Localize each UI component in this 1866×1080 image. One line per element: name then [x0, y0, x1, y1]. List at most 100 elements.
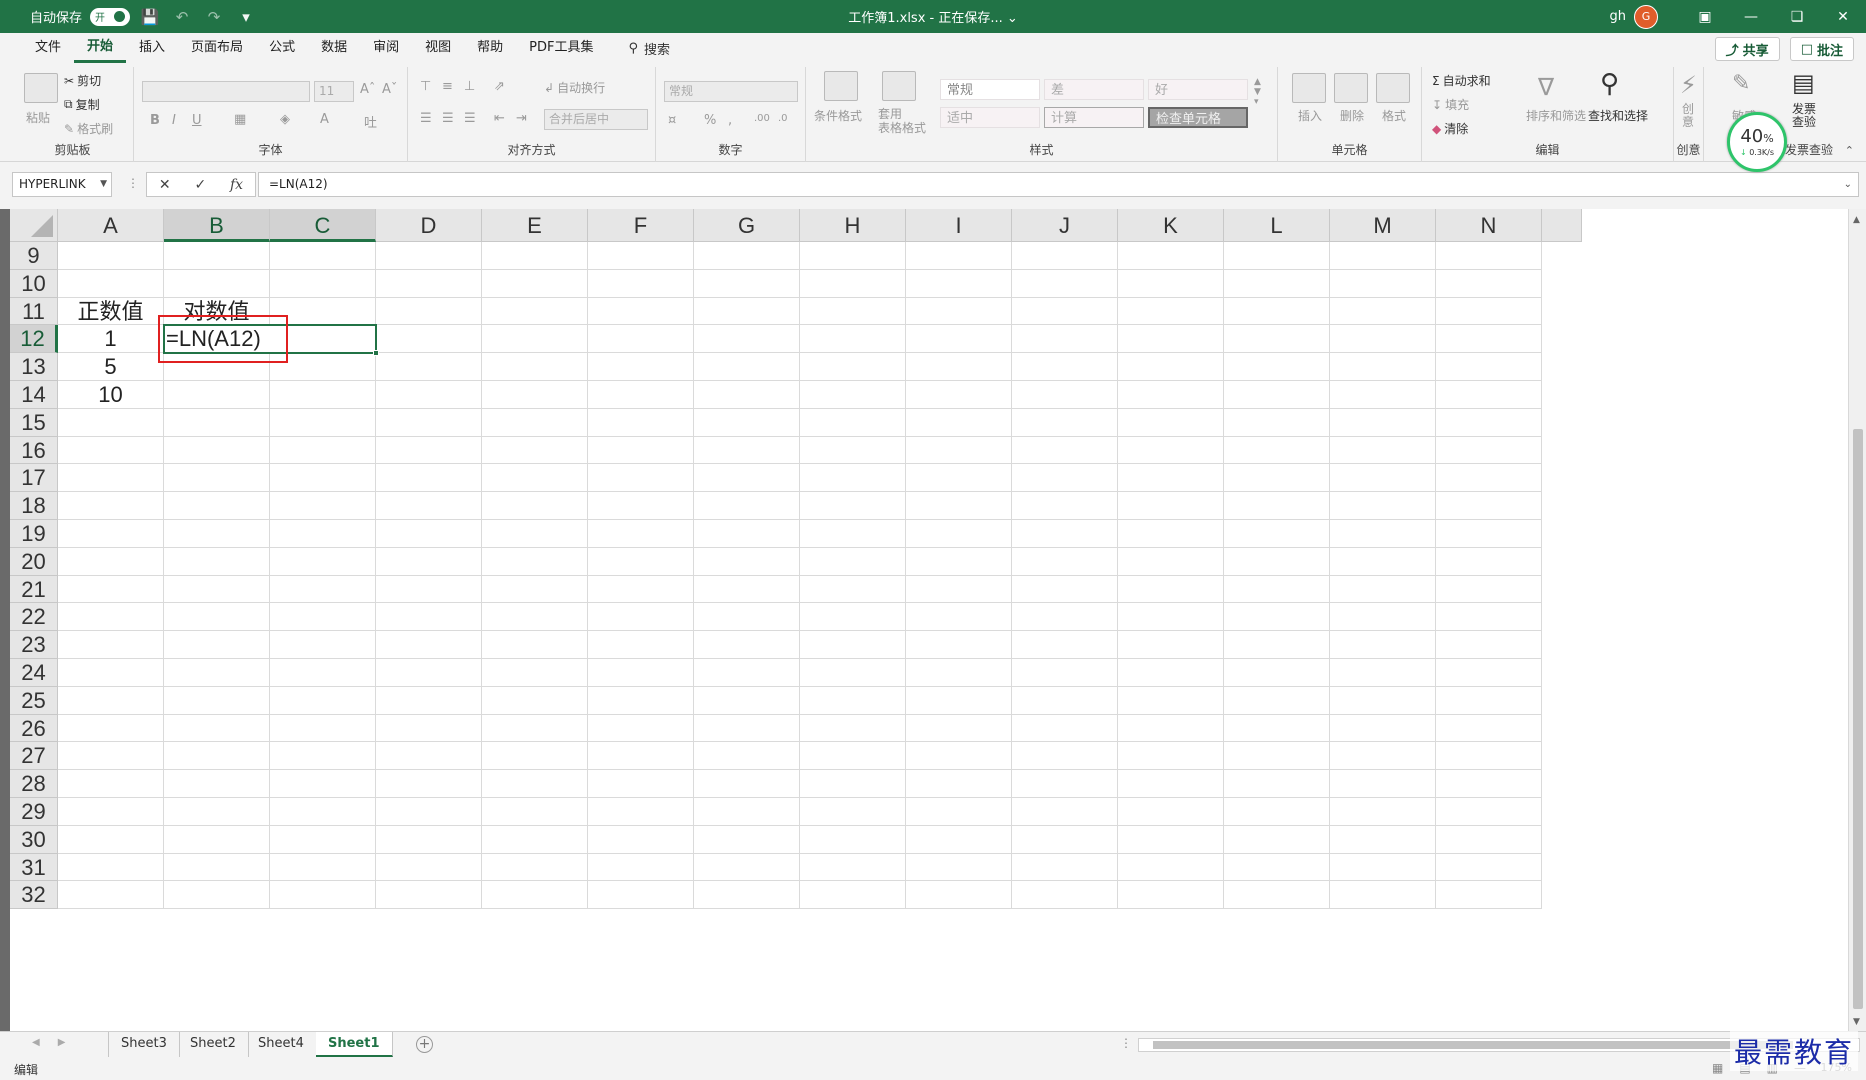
cell-h17[interactable]: [800, 464, 906, 493]
cell-l14[interactable]: [1224, 381, 1330, 409]
cell-n22[interactable]: [1436, 603, 1542, 632]
cell-m32[interactable]: [1330, 881, 1436, 910]
cell-b9[interactable]: [164, 242, 270, 270]
cell-g31[interactable]: [694, 853, 800, 882]
merge-center-dropdown[interactable]: 合并后居中: [544, 109, 648, 130]
invoice-check-button[interactable]: 发票 查验: [1792, 103, 1816, 129]
sort-filter-icon[interactable]: ∇: [1538, 73, 1554, 101]
cell-f26[interactable]: [588, 714, 694, 743]
cell-b25[interactable]: [164, 686, 270, 715]
cell-m20[interactable]: [1330, 547, 1436, 576]
cell-i30[interactable]: [906, 825, 1012, 854]
cell-g13[interactable]: [694, 353, 800, 381]
cell-m17[interactable]: [1330, 464, 1436, 493]
cell-m11[interactable]: [1330, 297, 1436, 326]
cell-c31[interactable]: [270, 853, 376, 882]
insert-function-icon[interactable]: fx: [230, 177, 243, 193]
cell-a17[interactable]: [58, 464, 164, 493]
tab-data[interactable]: 数据: [308, 33, 360, 63]
cell-h11[interactable]: [800, 297, 906, 326]
cell-b32[interactable]: [164, 881, 270, 910]
row-header-24[interactable]: 24: [10, 659, 58, 687]
decrease-indent-icon[interactable]: ⇤: [494, 111, 505, 126]
orientation-icon[interactable]: ⇗: [494, 79, 505, 94]
cell-n21[interactable]: [1436, 575, 1542, 604]
cell-n10[interactable]: [1436, 269, 1542, 298]
increase-indent-icon[interactable]: ⇥: [516, 111, 527, 126]
collapse-ribbon-icon[interactable]: ⌃: [1845, 144, 1854, 157]
cell-a32[interactable]: [58, 881, 164, 910]
column-header-j[interactable]: J: [1012, 209, 1118, 242]
cell-g26[interactable]: [694, 714, 800, 743]
invoice-check-icon[interactable]: ▤: [1792, 69, 1815, 97]
name-box[interactable]: HYPERLINK ▼: [12, 172, 112, 197]
cell-h25[interactable]: [800, 686, 906, 715]
cell-a25[interactable]: [58, 686, 164, 715]
cell-e16[interactable]: [482, 436, 588, 465]
cell-e23[interactable]: [482, 631, 588, 659]
cell-g11[interactable]: [694, 297, 800, 326]
cell-l32[interactable]: [1224, 881, 1330, 910]
cell-f10[interactable]: [588, 269, 694, 298]
worksheet-grid[interactable]: A B C D E F G H I J K L M N 9 10 11 正数值 对数值 12 1 13 5 14 10 15 16 1…: [10, 209, 1848, 1031]
cell-k23[interactable]: [1118, 631, 1224, 659]
cell-k29[interactable]: [1118, 798, 1224, 826]
cell-d19[interactable]: [376, 520, 482, 548]
cell-b23[interactable]: [164, 631, 270, 659]
cell-n16[interactable]: [1436, 436, 1542, 465]
cell-g18[interactable]: [694, 492, 800, 520]
increase-decimal-icon[interactable]: .00: [754, 113, 770, 124]
cell-b18[interactable]: [164, 492, 270, 520]
cell-k21[interactable]: [1118, 575, 1224, 604]
font-name-dropdown[interactable]: [142, 81, 310, 102]
cell-d20[interactable]: [376, 547, 482, 576]
cell-k20[interactable]: [1118, 547, 1224, 576]
cell-f30[interactable]: [588, 825, 694, 854]
cell-m24[interactable]: [1330, 659, 1436, 687]
cell-n27[interactable]: [1436, 742, 1542, 771]
cell-h22[interactable]: [800, 603, 906, 632]
cell-a13[interactable]: 5: [58, 353, 164, 381]
cell-f14[interactable]: [588, 381, 694, 409]
conditional-format-icon[interactable]: [824, 71, 858, 101]
cell-n32[interactable]: [1436, 881, 1542, 910]
cell-e9[interactable]: [482, 242, 588, 270]
cell-n15[interactable]: [1436, 408, 1542, 437]
format-cells-icon[interactable]: [1376, 73, 1410, 103]
close-button[interactable]: ✕: [1820, 0, 1866, 33]
column-header-n[interactable]: N: [1436, 209, 1542, 242]
cell-h30[interactable]: [800, 825, 906, 854]
cell-e25[interactable]: [482, 686, 588, 715]
cell-c20[interactable]: [270, 547, 376, 576]
cell-i19[interactable]: [906, 520, 1012, 548]
cell-a12[interactable]: 1: [58, 325, 164, 354]
find-select-button[interactable]: 查找和选择: [1588, 107, 1648, 124]
cell-k11[interactable]: [1118, 297, 1224, 326]
cell-n26[interactable]: [1436, 714, 1542, 743]
cell-d24[interactable]: [376, 659, 482, 687]
cell-c10[interactable]: [270, 269, 376, 298]
cell-m13[interactable]: [1330, 353, 1436, 381]
normal-view-icon[interactable]: ▦: [1712, 1061, 1723, 1075]
cell-g22[interactable]: [694, 603, 800, 632]
column-header-i[interactable]: I: [906, 209, 1012, 242]
cell-b10[interactable]: [164, 269, 270, 298]
cell-m12[interactable]: [1330, 325, 1436, 354]
cell-k10[interactable]: [1118, 269, 1224, 298]
cell-f15[interactable]: [588, 408, 694, 437]
cell-f9[interactable]: [588, 242, 694, 270]
cell-j26[interactable]: [1012, 714, 1118, 743]
align-top-icon[interactable]: ⊤: [420, 79, 431, 94]
cell-a14[interactable]: 10: [58, 381, 164, 409]
table-format-icon[interactable]: [882, 71, 916, 101]
font-color-icon[interactable]: A: [320, 112, 329, 127]
creative-button[interactable]: 创 意: [1682, 103, 1694, 129]
row-header-13[interactable]: 13: [10, 353, 58, 381]
align-bottom-icon[interactable]: ⊥: [464, 79, 475, 94]
row-header-28[interactable]: 28: [10, 770, 58, 798]
cell-a23[interactable]: [58, 631, 164, 659]
cell-j23[interactable]: [1012, 631, 1118, 659]
cell-j28[interactable]: [1012, 770, 1118, 798]
cell-d10[interactable]: [376, 269, 482, 298]
cell-k31[interactable]: [1118, 853, 1224, 882]
